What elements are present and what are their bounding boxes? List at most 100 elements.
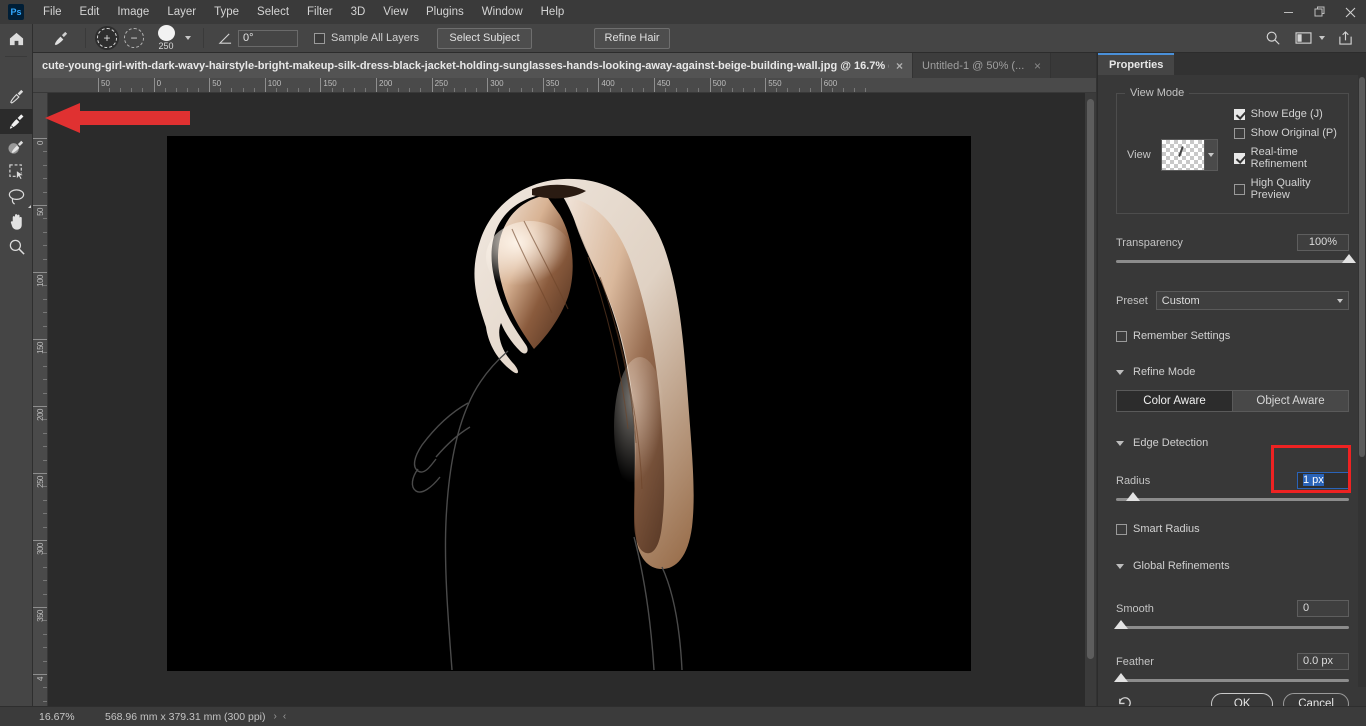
remember-settings-row[interactable]: Remember Settings <box>1116 330 1349 342</box>
show-edge-row[interactable]: Show Edge (J) <box>1233 108 1338 120</box>
smart-radius-row[interactable]: Smart Radius <box>1116 523 1349 535</box>
minimize-button[interactable] <box>1273 0 1304 24</box>
edge-detection-chevron-down-icon[interactable] <box>1116 440 1124 446</box>
ruler-label: 150 <box>323 79 337 88</box>
menu-select[interactable]: Select <box>248 0 298 24</box>
brush-subtract-mode-button[interactable]: − <box>124 28 144 48</box>
select-subject-button[interactable]: Select Subject <box>437 27 533 49</box>
menu-plugins[interactable]: Plugins <box>417 0 473 24</box>
canvas-vertical-scrollbar[interactable] <box>1085 93 1096 706</box>
tool-refine-edge-brush[interactable] <box>0 109 33 134</box>
radius-input[interactable]: 1 px <box>1297 472 1349 489</box>
brush-size-preview[interactable]: 250 <box>151 25 181 51</box>
ruler-minor-tick <box>43 647 47 649</box>
show-original-checkbox[interactable] <box>1233 127 1245 139</box>
document-tab-active[interactable]: cute-young-girl-with-dark-wavy-hairstyle… <box>33 53 913 78</box>
search-icon[interactable] <box>1260 26 1286 50</box>
close-tab-icon[interactable]: × <box>1034 60 1041 72</box>
workspace-icon[interactable] <box>1290 26 1316 50</box>
global-refinements-header[interactable]: Global Refinements <box>1116 556 1349 576</box>
home-button[interactable] <box>0 24 32 53</box>
refine-mode-object-aware[interactable]: Object Aware <box>1232 391 1348 411</box>
menu-window[interactable]: Window <box>473 0 532 24</box>
ruler-tick <box>598 78 600 92</box>
tool-zoom[interactable] <box>0 234 33 259</box>
high-quality-preview-row[interactable]: High Quality Preview <box>1233 177 1338 201</box>
remember-settings-checkbox[interactable] <box>1116 330 1127 342</box>
tool-lasso[interactable] <box>0 184 33 209</box>
feather-input[interactable]: 0.0 px <box>1297 653 1349 670</box>
status-collapse-icon[interactable]: ‹ <box>283 711 286 722</box>
menu-3d[interactable]: 3D <box>342 0 375 24</box>
document-tab-untitled[interactable]: Untitled-1 @ 50% (... × <box>913 53 1051 78</box>
high-quality-preview-checkbox[interactable] <box>1233 183 1245 195</box>
tool-object-selection[interactable] <box>0 159 33 184</box>
menu-type[interactable]: Type <box>205 0 248 24</box>
horizontal-ruler[interactable]: 50 0 50 100 150 200 250 300 350 400 450 500 550 600 <box>33 78 1096 93</box>
ruler-minor-tick <box>43 312 47 314</box>
show-original-row[interactable]: Show Original (P) <box>1233 127 1338 139</box>
refine-mode-chevron-down-icon[interactable] <box>1116 369 1124 375</box>
view-preview-selector[interactable] <box>1160 138 1218 171</box>
sample-all-layers-row[interactable]: Sample All Layers <box>314 32 419 44</box>
tab-properties[interactable]: Properties <box>1098 53 1175 75</box>
view-chevron-down-icon[interactable] <box>1203 139 1217 170</box>
workspace-chevron-down-icon[interactable] <box>1319 36 1325 40</box>
tool-brush[interactable] <box>0 134 33 159</box>
smooth-slider[interactable] <box>1114 620 1349 629</box>
refine-hair-button[interactable]: Refine Hair <box>594 27 671 49</box>
maximize-button[interactable] <box>1304 0 1335 24</box>
transparency-slider[interactable] <box>1116 254 1356 263</box>
scrollbar-thumb[interactable] <box>1087 99 1094 659</box>
ruler-minor-tick <box>43 513 47 515</box>
radius-slider[interactable] <box>1116 492 1349 501</box>
transparency-slider-knob[interactable] <box>1342 254 1356 263</box>
vertical-ruler[interactable]: 0 50 100 150 200 250 300 350 4 <box>33 93 48 706</box>
feather-slider-knob[interactable] <box>1114 673 1128 682</box>
smooth-input[interactable]: 0 <box>1297 600 1349 617</box>
options-tool-icon[interactable] <box>47 26 73 50</box>
menu-file[interactable]: File <box>34 0 71 24</box>
smart-radius-checkbox[interactable] <box>1116 523 1127 535</box>
real-time-refinement-checkbox[interactable] <box>1233 152 1245 164</box>
menu-layer[interactable]: Layer <box>158 0 205 24</box>
refine-mode-color-aware[interactable]: Color Aware <box>1117 391 1232 411</box>
ruler-tick <box>33 674 47 675</box>
status-expand-icon[interactable]: › <box>274 711 277 722</box>
brush-add-mode-button[interactable]: + <box>97 28 117 48</box>
zoom-level[interactable]: 16.67% <box>33 711 95 723</box>
ruler-minor-tick <box>420 88 422 92</box>
global-refinements-chevron-down-icon[interactable] <box>1116 563 1124 569</box>
smooth-slider-knob[interactable] <box>1114 620 1128 629</box>
properties-panel-scrollbar[interactable] <box>1358 75 1366 687</box>
close-tab-icon[interactable]: × <box>896 60 903 72</box>
ruler-tick <box>487 78 489 92</box>
menu-image[interactable]: Image <box>108 0 158 24</box>
ruler-minor-tick <box>43 432 47 434</box>
close-button[interactable] <box>1335 0 1366 24</box>
angle-input[interactable]: 0° <box>238 29 298 47</box>
menu-view[interactable]: View <box>374 0 417 24</box>
ruler-minor-tick <box>520 88 522 92</box>
ruler-minor-tick <box>498 88 500 92</box>
menu-filter[interactable]: Filter <box>298 0 342 24</box>
radius-slider-knob[interactable] <box>1126 492 1140 501</box>
preset-chevron-down-icon[interactable] <box>1337 298 1343 303</box>
preset-select[interactable]: Custom <box>1155 291 1349 310</box>
menu-edit[interactable]: Edit <box>71 0 109 24</box>
scrollbar-thumb[interactable] <box>1359 77 1365 457</box>
ruler-minor-tick <box>331 88 333 92</box>
edge-detection-header[interactable]: Edge Detection <box>1116 433 1349 453</box>
sample-all-layers-checkbox[interactable] <box>314 32 325 44</box>
menu-help[interactable]: Help <box>532 0 574 24</box>
share-icon[interactable] <box>1332 26 1358 50</box>
show-edge-checkbox[interactable] <box>1233 108 1245 120</box>
refine-mode-header[interactable]: Refine Mode <box>1116 362 1349 382</box>
brush-preset-chevron-down-icon[interactable] <box>185 36 191 40</box>
canvas-area[interactable] <box>48 93 1096 706</box>
transparency-value[interactable]: 100% <box>1297 234 1349 251</box>
real-time-refinement-row[interactable]: Real-time Refinement <box>1233 146 1338 170</box>
artboard[interactable] <box>168 137 970 670</box>
tool-quick-selection[interactable] <box>0 84 33 109</box>
tool-hand[interactable] <box>0 209 33 234</box>
